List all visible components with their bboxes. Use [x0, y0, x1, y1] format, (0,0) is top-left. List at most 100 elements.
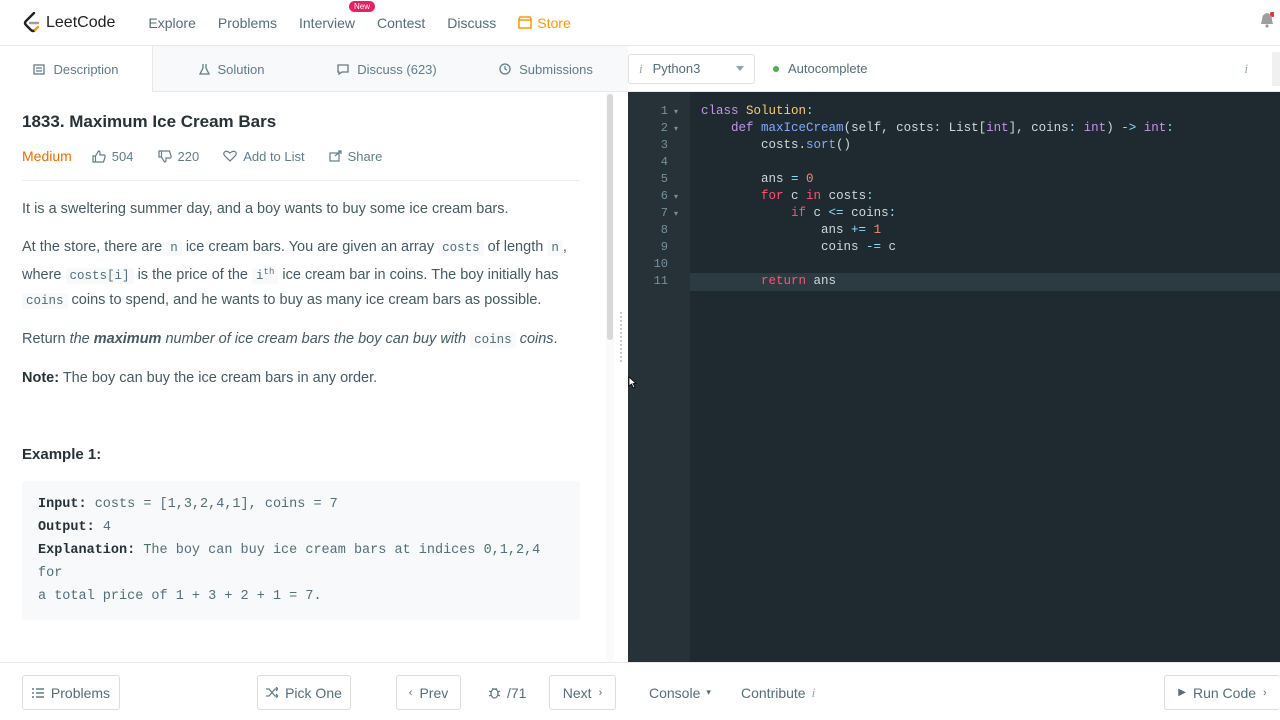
- nav-discuss[interactable]: Discuss: [447, 15, 496, 31]
- add-to-list-button[interactable]: Add to List: [223, 148, 305, 164]
- shuffle-icon: [266, 687, 279, 698]
- flask-icon: [198, 64, 210, 75]
- inline-code: coins: [470, 332, 516, 349]
- nav-problems[interactable]: Problems: [218, 15, 277, 31]
- pick-one-button[interactable]: Pick One: [257, 675, 351, 710]
- code-area[interactable]: class Solution: def maxIceCream(self, co…: [690, 92, 1280, 662]
- text-span: coins to spend, and he wants to buy as m…: [67, 292, 542, 309]
- example-title: Example 1:: [22, 446, 102, 464]
- note-text: The boy can buy the ice cream bars in an…: [59, 370, 378, 387]
- line-number-gutter: 1 ▾ 2 ▾ 3 4 5 6 ▾ 7 ▾ 8 9 10 11: [628, 92, 690, 662]
- inline-code: ith: [252, 267, 279, 285]
- add-to-list-label: Add to List: [243, 148, 305, 164]
- chat-icon: [337, 63, 349, 75]
- fold-arrow-icon[interactable]: ▾: [674, 188, 678, 205]
- tab-description[interactable]: Description: [0, 46, 153, 92]
- prev-button[interactable]: ‹ Prev: [396, 675, 461, 710]
- nav-store[interactable]: Store: [518, 15, 571, 31]
- nav-interview[interactable]: Interview New: [299, 0, 376, 31]
- text-span: Return: [22, 331, 70, 348]
- text-span: At the store, there are: [22, 239, 167, 255]
- italic-text: the: [69, 331, 94, 348]
- text-span: ice cream bars. You are given an array: [181, 239, 439, 255]
- document-icon: [33, 63, 46, 75]
- description-paragraph-3: Return the maximum number of ice cream b…: [22, 327, 582, 352]
- list-icon: [31, 687, 44, 698]
- code-line-1: class Solution:: [701, 104, 814, 118]
- next-button[interactable]: Next ›: [549, 675, 616, 710]
- autocomplete-status-dot: [773, 65, 779, 72]
- problem-counter[interactable]: /71: [488, 675, 526, 710]
- fold-arrow-icon[interactable]: ▾: [674, 205, 678, 222]
- share-icon: [329, 150, 342, 162]
- dislike-button[interactable]: 220: [157, 148, 200, 164]
- tab-submissions[interactable]: Submissions: [464, 46, 628, 92]
- problem-tabs: Description Solution Discuss (623) Submi…: [0, 46, 628, 92]
- line-number: 1: [660, 104, 668, 118]
- code-line-9: coins -= c: [701, 240, 897, 254]
- dislike-count: 220: [177, 148, 200, 164]
- code-line-11: return ans: [761, 274, 837, 288]
- run-code-button[interactable]: ▶ Run Code ›: [1164, 675, 1280, 710]
- example-input-value: costs = [1,3,2,4,1], coins = 7: [86, 497, 338, 513]
- play-icon: ▶: [1178, 687, 1186, 698]
- example-output-line: Output: 4: [38, 516, 564, 539]
- code-text: i: [256, 269, 264, 284]
- leetcode-logo-icon: [23, 11, 40, 32]
- difficulty-label: Medium: [22, 148, 72, 164]
- tab-description-label: Description: [53, 61, 119, 77]
- contribute-button[interactable]: Contribute i: [741, 675, 815, 710]
- line-number: 3: [660, 138, 668, 152]
- inline-code: coins: [22, 293, 68, 310]
- language-select[interactable]: i Python3: [628, 53, 755, 84]
- mouse-cursor-icon: [628, 376, 637, 389]
- fold-arrow-icon[interactable]: ▾: [674, 103, 678, 120]
- editor-info-icon[interactable]: i: [1244, 61, 1248, 77]
- code-editor[interactable]: 1 ▾ 2 ▾ 3 4 5 6 ▾ 7 ▾ 8 9 10 11 class So…: [628, 92, 1280, 662]
- leetcode-logo[interactable]: LeetCode: [22, 11, 115, 34]
- problem-counter-text: /71: [507, 684, 527, 701]
- thumbs-down-icon: [157, 149, 172, 163]
- fold-arrow-icon[interactable]: ▾: [674, 120, 678, 137]
- language-info-icon: i: [639, 60, 643, 76]
- nav-contest[interactable]: Contest: [377, 15, 425, 31]
- bell-icon[interactable]: [1260, 12, 1274, 28]
- toolbar-scrollbar[interactable]: [1272, 52, 1280, 86]
- line-number: 7: [660, 206, 668, 220]
- nav-explore[interactable]: Explore: [148, 15, 195, 31]
- bug-icon: [488, 687, 501, 699]
- code-line-7: if c <= coins:: [791, 206, 897, 220]
- code-line-8: ans += 1: [701, 223, 882, 237]
- example-block: Input: costs = [1,3,2,4,1], coins = 7 Ou…: [22, 481, 580, 621]
- example-input-line: Input: costs = [1,3,2,4,1], coins = 7: [38, 493, 564, 516]
- console-toggle[interactable]: Console ▾: [649, 675, 711, 710]
- superscript: th: [263, 267, 275, 277]
- example-explanation-line-2: a total price of 1 + 3 + 2 + 1 = 7.: [38, 589, 322, 605]
- contribute-info-icon: i: [811, 684, 816, 700]
- chevron-right-icon: ›: [598, 686, 603, 699]
- top-navbar: LeetCode Explore Problems Interview New …: [0, 0, 1280, 46]
- tab-discuss[interactable]: Discuss (623): [310, 46, 464, 92]
- scrollbar-thumb[interactable]: [607, 94, 613, 340]
- tab-discuss-label: Discuss (623): [357, 61, 437, 77]
- pane-resize-handle[interactable]: [620, 312, 622, 362]
- tab-solution[interactable]: Solution: [153, 46, 310, 92]
- line-number: 2: [660, 121, 668, 135]
- line-number: 6: [660, 189, 668, 203]
- text-span: .: [553, 331, 558, 348]
- text-span: of length: [483, 239, 548, 255]
- line-number: 9: [660, 240, 668, 254]
- example-output-label: Output:: [38, 520, 95, 536]
- italic-text: coins: [519, 331, 554, 348]
- problem-description: 1833. Maximum Ice Cream Bars Medium 504 …: [0, 92, 606, 662]
- problems-button[interactable]: Problems: [22, 675, 120, 710]
- problem-title: 1833. Maximum Ice Cream Bars: [22, 112, 277, 131]
- code-line-5: ans = 0: [701, 172, 814, 186]
- code-line-6: for c in costs:: [761, 189, 874, 203]
- like-button[interactable]: 504: [92, 149, 134, 164]
- share-button[interactable]: Share: [329, 149, 382, 164]
- autocomplete-toggle[interactable]: Autocomplete: [773, 61, 868, 76]
- new-badge: New: [349, 0, 376, 12]
- description-scrollbar[interactable]: [606, 92, 614, 662]
- contribute-label: Contribute: [741, 684, 806, 701]
